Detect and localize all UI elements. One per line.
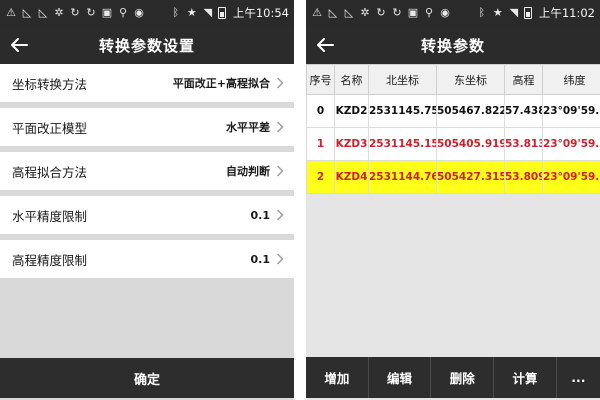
cell-east: 505405.919: [436, 127, 505, 161]
sync-icon: ↻: [86, 7, 96, 19]
back-arrow-icon[interactable]: [9, 35, 29, 55]
star-icon: ★: [186, 6, 197, 19]
sim-icon: ▣: [407, 7, 419, 19]
status-bar: ⚠ ◺ ◺ ✲ ↻ ↻ ▣ ⚲ ◉ ᛒ ★ ◥ 上午11:02: [306, 0, 600, 26]
column-header-east: 东坐标: [436, 64, 505, 95]
sync-icon: ↻: [376, 7, 386, 19]
cell-name: KZD3: [334, 127, 369, 161]
settings-list: 坐标转换方法 平面改正+高程拟合 平面改正模型 水平平差 高程拟合方法 自动判断…: [0, 64, 294, 284]
right-screen: ⚠ ◺ ◺ ✲ ↻ ↻ ▣ ⚲ ◉ ᛒ ★ ◥ 上午11:02 转换参数 序号 …: [306, 0, 600, 400]
edit-button[interactable]: 编辑: [369, 357, 432, 398]
location-icon: ◉: [134, 7, 144, 19]
title-bar: 转换参数: [306, 26, 600, 64]
setting-horizontal-precision[interactable]: 水平精度限制 0.1: [0, 196, 294, 234]
bluetooth-icon: ᛒ: [172, 6, 180, 19]
cell-name: KZD4: [334, 160, 369, 194]
bluetooth-icon: ᛒ: [478, 6, 486, 19]
confirm-button[interactable]: 确定: [0, 358, 294, 398]
calculate-button[interactable]: 计算: [494, 357, 557, 398]
setting-height-fit-method[interactable]: 高程拟合方法 自动判断: [0, 152, 294, 190]
no-signal-icon: ◺: [22, 7, 32, 19]
table-header-row: 序号 名称 北坐标 东坐标 高程 纬度: [306, 64, 600, 95]
table-row-selected[interactable]: 2 KZD4 2531144.767 505427.315 53.809 23°…: [306, 160, 600, 194]
no-signal-icon: ◺: [344, 7, 354, 19]
setting-label: 水平精度限制: [12, 208, 88, 224]
cell-height: 53.813: [504, 127, 543, 161]
setting-label: 坐标转换方法: [12, 76, 88, 92]
cell-east: 505427.315: [436, 160, 505, 194]
chevron-right-icon: [277, 209, 284, 221]
add-button[interactable]: 增加: [306, 357, 369, 398]
cell-latitude: 23°09'59.6: [542, 160, 600, 194]
params-table: 序号 名称 北坐标 东坐标 高程 纬度 0 KZD2 2531145.751 5…: [306, 64, 600, 194]
cell-north: 2531145.155: [368, 127, 437, 161]
setting-value: 水平平差: [226, 121, 270, 134]
status-bar: ⚠ ◺ ◺ ✲ ↻ ↻ ▣ ⚲ ◉ ᛒ ★ ◥ 上午10:54: [0, 0, 294, 26]
column-header-name: 名称: [334, 64, 369, 95]
warning-icon: ⚠: [312, 7, 322, 19]
battery-icon: [523, 7, 532, 19]
cell-latitude: 23°09'59.7: [542, 94, 600, 128]
cell-index: 2: [306, 160, 335, 194]
setting-value: 平面改正+高程拟合: [172, 77, 270, 90]
cell-north: 2531145.751: [368, 94, 437, 128]
cell-height: 53.809: [504, 160, 543, 194]
setting-value: 0.1: [250, 208, 271, 222]
title-bar: 转换参数设置: [0, 26, 294, 64]
setting-value: 0.1: [250, 252, 271, 266]
column-header-index: 序号: [306, 64, 335, 95]
cell-index: 1: [306, 127, 335, 161]
delete-button[interactable]: 删除: [431, 357, 495, 398]
setting-value: 自动判断: [226, 165, 270, 178]
star-icon: ★: [492, 6, 503, 19]
bottom-toolbar: 增加 编辑 删除 计算 ...: [306, 357, 600, 398]
sync-icon: ↻: [70, 7, 80, 19]
left-screen: ⚠ ◺ ◺ ✲ ↻ ↻ ▣ ⚲ ◉ ᛒ ★ ◥ 上午10:54 转换参数设置 坐…: [0, 0, 294, 400]
setting-plane-model[interactable]: 平面改正模型 水平平差: [0, 108, 294, 146]
cell-north: 2531144.767: [368, 160, 437, 194]
settings-icon: ✲: [54, 7, 64, 19]
location-icon: ◉: [440, 7, 450, 19]
chevron-right-icon: [277, 253, 284, 265]
no-signal-icon: ◺: [38, 7, 48, 19]
cell-index: 0: [306, 94, 335, 128]
sync-icon: ↻: [392, 7, 402, 19]
table-row[interactable]: 0 KZD2 2531145.751 505467.822 57.438 23°…: [306, 94, 600, 128]
usb-icon: ⚲: [118, 7, 128, 19]
usb-icon: ⚲: [424, 7, 434, 19]
column-header-north: 北坐标: [368, 64, 437, 95]
status-time: 上午10:54: [232, 6, 289, 20]
table-row[interactable]: 1 KZD3 2531145.155 505405.919 53.813 23°…: [306, 127, 600, 161]
column-header-latitude: 纬度: [542, 64, 600, 95]
column-header-height: 高程: [504, 64, 543, 95]
warning-icon: ⚠: [6, 7, 16, 19]
setting-label: 高程精度限制: [12, 252, 88, 268]
cell-name: KZD2: [334, 94, 369, 128]
page-title: 转换参数: [420, 36, 485, 55]
cell-latitude: 23°09'59.6: [542, 127, 600, 161]
chevron-right-icon: [277, 165, 284, 177]
setting-transform-method[interactable]: 坐标转换方法 平面改正+高程拟合: [0, 64, 294, 102]
cell-east: 505467.822: [436, 94, 505, 128]
setting-label: 平面改正模型: [12, 120, 88, 136]
more-button[interactable]: ...: [557, 357, 600, 398]
setting-label: 高程拟合方法: [12, 164, 88, 180]
sim-icon: ▣: [101, 7, 113, 19]
back-arrow-icon[interactable]: [315, 35, 335, 55]
settings-icon: ✲: [360, 7, 370, 19]
chevron-right-icon: [277, 77, 284, 89]
wifi-icon: ◥: [203, 6, 213, 19]
wifi-icon: ◥: [509, 6, 519, 19]
setting-height-precision[interactable]: 高程精度限制 0.1: [0, 240, 294, 278]
chevron-right-icon: [277, 121, 284, 133]
cell-height: 57.438: [504, 94, 543, 128]
no-signal-icon: ◺: [328, 7, 338, 19]
status-time: 上午11:02: [538, 6, 595, 20]
battery-icon: [217, 7, 226, 19]
page-title: 转换参数设置: [98, 36, 195, 55]
